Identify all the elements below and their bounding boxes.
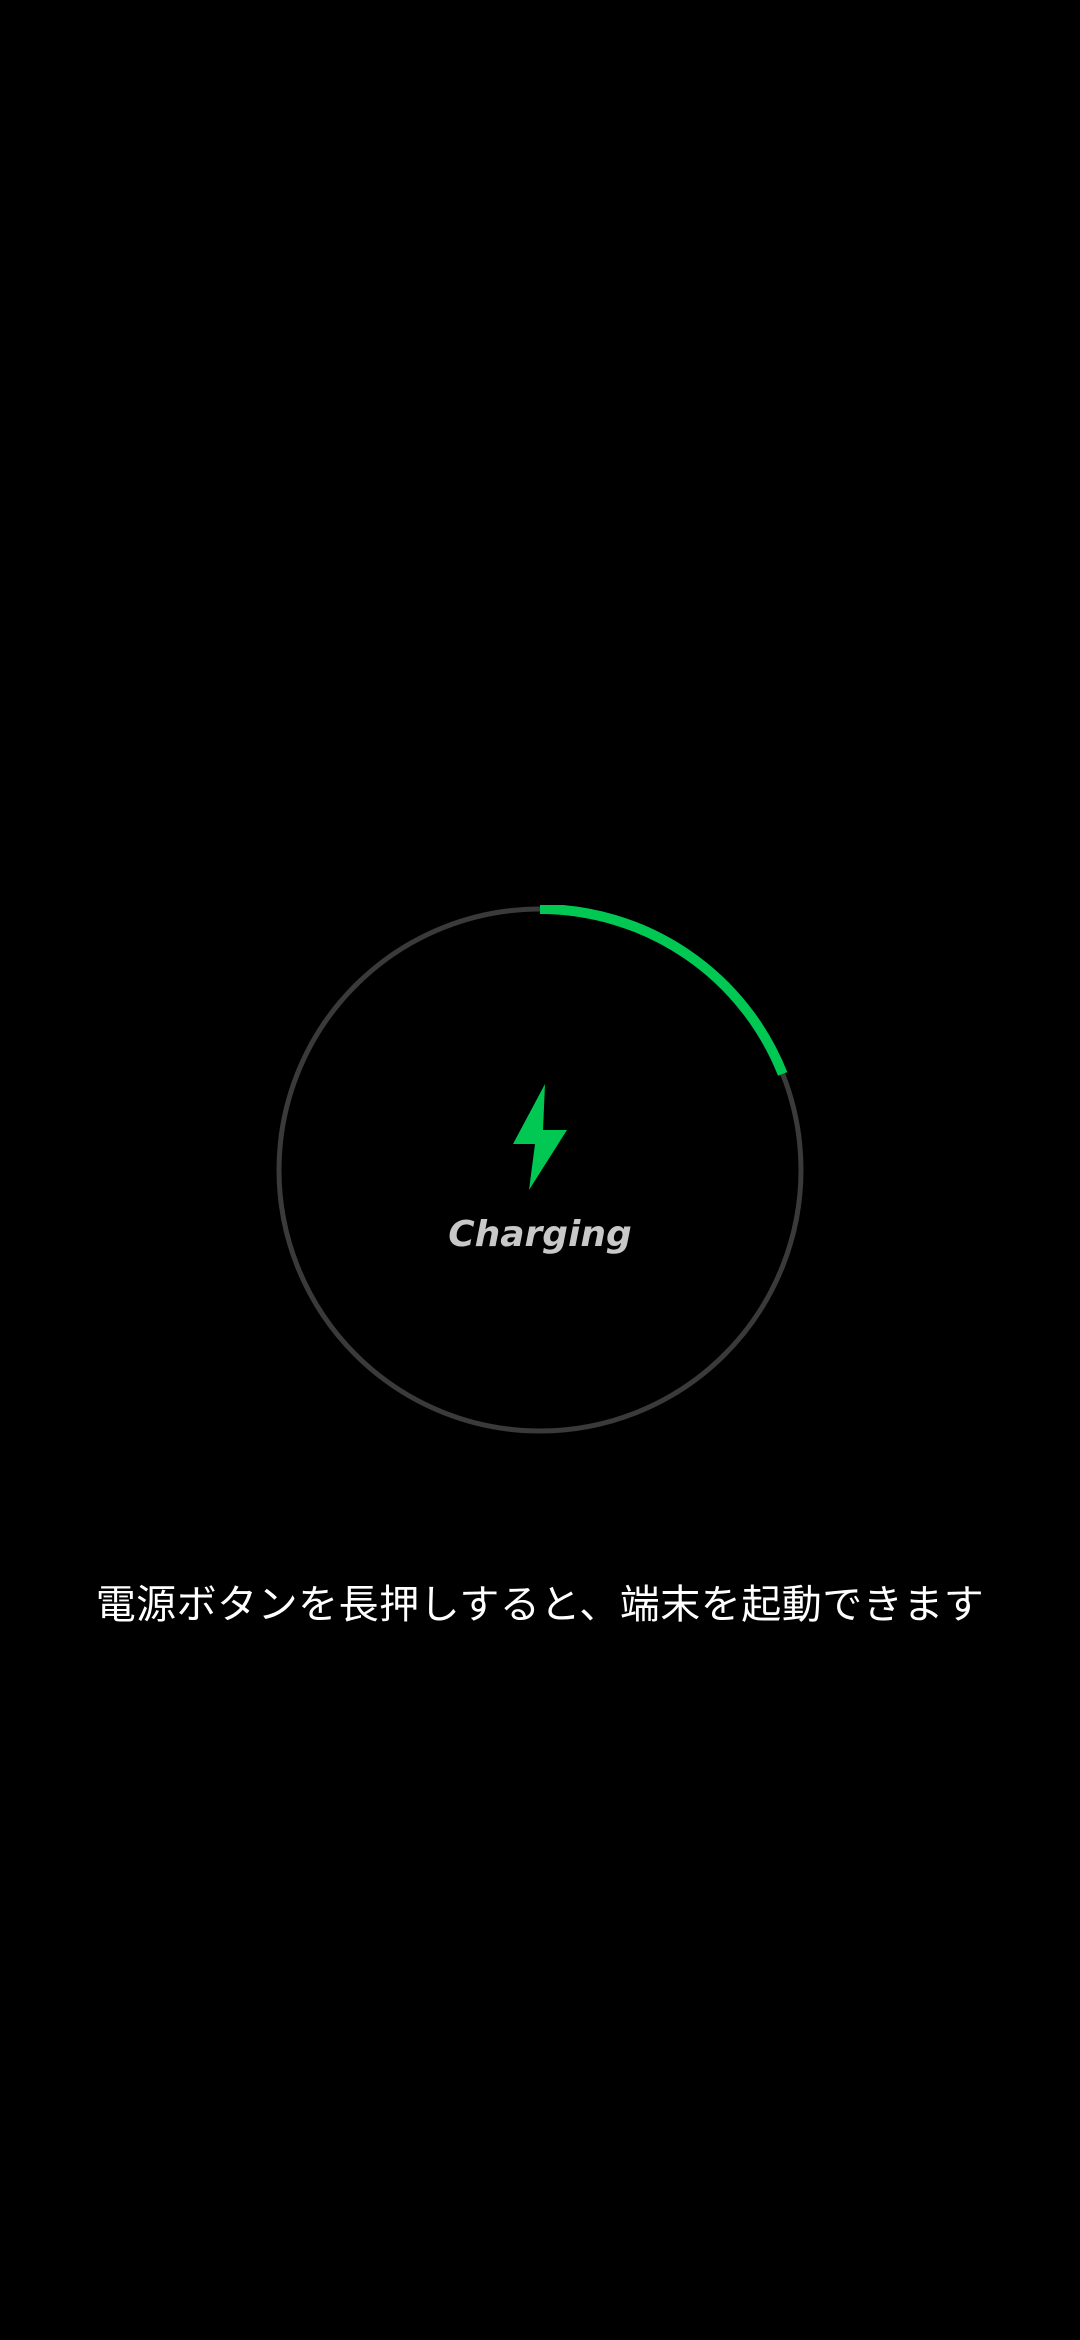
charging-status-label: Charging [448, 1214, 632, 1255]
power-button-hint: 電源ボタンを長押しすると、端末を起動できます [95, 1582, 985, 1628]
lightning-bolt-icon [513, 1084, 567, 1190]
charging-screen: { "charging": { "status_label": "Chargin… [0, 0, 1080, 2340]
